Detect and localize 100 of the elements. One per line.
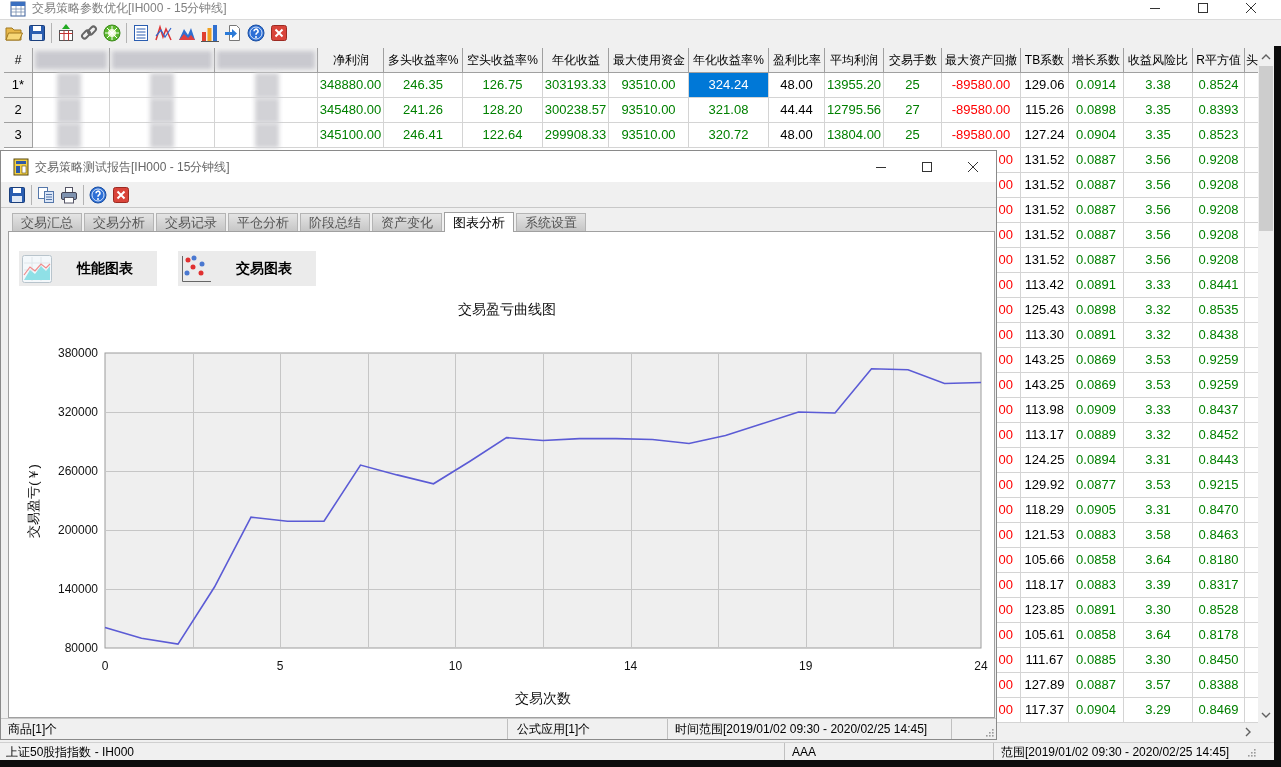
close-icon[interactable] xyxy=(270,24,288,42)
status-text: 商品[1]个 xyxy=(8,721,58,738)
chart-button[interactable]: 交易图表 xyxy=(178,251,316,286)
table-cell: 0.0889 xyxy=(1069,423,1124,448)
maximize-icon[interactable] xyxy=(1197,2,1209,14)
table-cell: 127.24 xyxy=(1021,123,1069,148)
column-header[interactable]: R平方值 xyxy=(1193,48,1245,73)
save-icon[interactable] xyxy=(28,24,46,42)
table-cell: 0.9208 xyxy=(1193,248,1245,273)
table-cell: 0.8452 xyxy=(1193,423,1245,448)
scroll-right-icon[interactable] xyxy=(1245,727,1251,737)
table-cell: 113.17 xyxy=(1021,423,1069,448)
table-cell: 3.30 xyxy=(1124,648,1193,673)
table-cell: 0.0914 xyxy=(1069,73,1124,98)
open-folder-icon[interactable] xyxy=(5,24,23,42)
table-cell: 246.35 xyxy=(384,73,463,98)
column-header[interactable]: 平均利润 xyxy=(825,48,884,73)
help-icon[interactable] xyxy=(247,24,265,42)
row-header[interactable]: 1* xyxy=(4,73,33,98)
tab[interactable]: 交易记录 xyxy=(156,213,226,231)
table-cell: 0.0898 xyxy=(1069,98,1124,123)
size-grip-icon[interactable] xyxy=(1246,746,1256,757)
table-cell: 25 xyxy=(884,73,942,98)
table-cell: 131.52 xyxy=(1021,248,1069,273)
close-icon[interactable] xyxy=(1245,2,1257,14)
table-cell: 0.8441 xyxy=(1193,273,1245,298)
scrollbar-thumb[interactable] xyxy=(1259,66,1273,231)
tab[interactable]: 资产变化 xyxy=(372,213,442,231)
table-cell: 0.0891 xyxy=(1069,273,1124,298)
tab[interactable]: 系统设置 xyxy=(516,213,586,231)
table-cell: 129.92 xyxy=(1021,473,1069,498)
tab[interactable]: 平仓分析 xyxy=(228,213,298,231)
table-cell: 3.56 xyxy=(1124,198,1193,223)
close-icon[interactable] xyxy=(112,185,130,204)
chart-button[interactable]: 性能图表 xyxy=(19,251,157,286)
bar-chart-icon[interactable] xyxy=(201,24,219,42)
column-header[interactable]: TB系数 xyxy=(1021,48,1069,73)
column-header[interactable]: 净利润 xyxy=(318,48,384,73)
table-cell: 0.0891 xyxy=(1069,598,1124,623)
column-header[interactable]: 年化收益 xyxy=(543,48,609,73)
table-cell: 0.0869 xyxy=(1069,373,1124,398)
table-cell: 3.56 xyxy=(1124,223,1193,248)
axis-tick-label: 380000 xyxy=(57,346,98,360)
column-header[interactable]: 最大使用资金 xyxy=(609,48,689,73)
size-grip-icon[interactable] xyxy=(984,727,994,737)
table-cell: 0.9208 xyxy=(1193,223,1245,248)
column-header[interactable]: 盈利比率 xyxy=(769,48,825,73)
column-header[interactable]: 年化收益率% xyxy=(689,48,769,73)
column-header[interactable]: # xyxy=(4,48,33,73)
axis-tick-label: 19 xyxy=(799,659,813,673)
table-cell: 0.0887 xyxy=(1069,248,1124,273)
row-header[interactable]: 2 xyxy=(4,98,33,123)
table-cell: 131.52 xyxy=(1021,223,1069,248)
close-icon[interactable] xyxy=(967,160,979,173)
scroll-up-icon[interactable] xyxy=(1261,53,1271,60)
column-header[interactable]: 多头收益率% xyxy=(384,48,463,73)
table-arrow-icon[interactable] xyxy=(57,24,75,42)
column-header[interactable]: 增长系数 xyxy=(1069,48,1124,73)
table-cell: 0.8443 xyxy=(1193,448,1245,473)
table-cell: 0.8180 xyxy=(1193,548,1245,573)
column-header[interactable]: 收益风险比 xyxy=(1124,48,1193,73)
table-cell: 0.8535 xyxy=(1193,298,1245,323)
table-cell: -89580.00 xyxy=(942,123,1021,148)
tab[interactable]: 图表分析 xyxy=(444,212,514,232)
tab[interactable]: 交易汇总 xyxy=(12,213,82,231)
starburst-icon[interactable] xyxy=(103,24,121,42)
help-icon[interactable] xyxy=(89,185,107,204)
table-cell: 93510.00 xyxy=(609,98,689,123)
table-cell: 115.26 xyxy=(1021,98,1069,123)
table-cell: 93510.00 xyxy=(609,123,689,148)
maximize-icon[interactable] xyxy=(921,160,933,173)
tab[interactable]: 阶段总结 xyxy=(300,213,370,231)
table-cell: 3.39 xyxy=(1124,573,1193,598)
print-icon[interactable] xyxy=(60,185,78,204)
column-header[interactable]: 最大资产回撤 xyxy=(942,48,1021,73)
table-cell: 300238.57 xyxy=(543,98,609,123)
table-cell: 3.64 xyxy=(1124,548,1193,573)
chain-link-icon[interactable] xyxy=(80,24,98,42)
axis-tick-label: 260000 xyxy=(57,464,98,478)
table-cell: 0.8393 xyxy=(1193,98,1245,123)
table-cell: 118.29 xyxy=(1021,498,1069,523)
column-header[interactable]: 交易手数 xyxy=(884,48,942,73)
column-header[interactable]: 头 xyxy=(1245,48,1258,73)
scroll-down-icon[interactable] xyxy=(1261,711,1271,718)
table-cell: 3.30 xyxy=(1124,598,1193,623)
table-cell: 3.33 xyxy=(1124,273,1193,298)
table-cell: 3.64 xyxy=(1124,623,1193,648)
list-icon[interactable] xyxy=(132,24,150,42)
line-chart-icon[interactable] xyxy=(155,24,173,42)
column-header[interactable]: 空头收益率% xyxy=(463,48,543,73)
document-arrow-icon[interactable] xyxy=(224,24,242,42)
status-text: 范围[2019/01/02 09:30 - 2020/02/25 14:45] xyxy=(1001,743,1230,761)
table-cell: 25 xyxy=(884,123,942,148)
row-header[interactable]: 3 xyxy=(4,123,33,148)
table-cell: 0.8463 xyxy=(1193,523,1245,548)
status-text: 公式应用[1]个 xyxy=(517,721,591,738)
save-icon[interactable] xyxy=(8,185,26,204)
tab[interactable]: 交易分析 xyxy=(84,213,154,231)
copy-icon[interactable] xyxy=(37,185,55,204)
table-cell: 241.26 xyxy=(384,98,463,123)
